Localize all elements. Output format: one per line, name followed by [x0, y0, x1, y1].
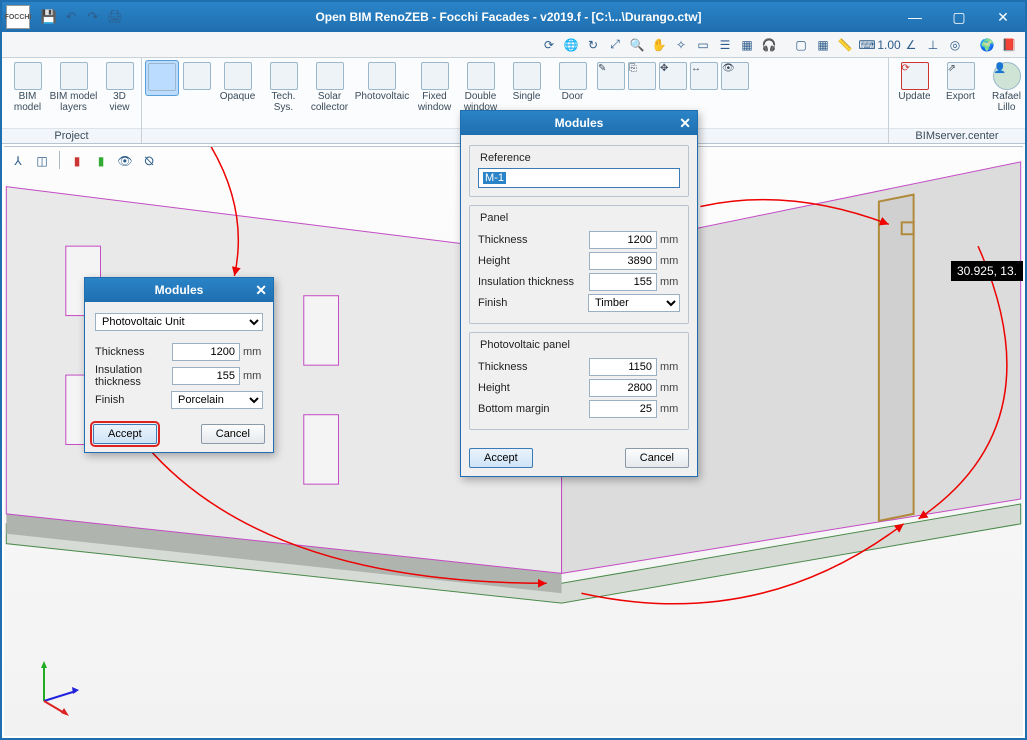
3d-view-button[interactable]: 3Dview	[97, 60, 142, 115]
module-button-alt[interactable]	[180, 60, 214, 94]
print-icon[interactable]: 🖨	[106, 8, 124, 26]
pv-thickness-input[interactable]	[589, 358, 657, 376]
measure-button[interactable]: ↔	[689, 60, 719, 94]
panel-finish-select[interactable]: Timber	[588, 294, 680, 312]
pan-icon[interactable]: ✋	[649, 35, 669, 55]
cancel-button[interactable]: Cancel	[201, 424, 265, 444]
close-icon[interactable]: ✕	[679, 115, 691, 132]
close-button[interactable]: ✕	[981, 2, 1025, 32]
layers-icon[interactable]: ☰	[715, 35, 735, 55]
edit-pencil-button[interactable]: ✎	[596, 60, 626, 94]
red-layer-icon[interactable]: ▮	[67, 151, 87, 171]
visibility-button[interactable]: 👁	[720, 60, 750, 94]
reference-input[interactable]: M-1	[478, 168, 680, 188]
insulation-input[interactable]	[172, 367, 240, 385]
grid-icon[interactable]: ▦	[813, 35, 833, 55]
cancel-button[interactable]: Cancel	[625, 448, 689, 468]
help-globe-icon[interactable]: 🌍	[977, 35, 997, 55]
axis-gizmo	[24, 656, 84, 716]
pv-legend: Photovoltaic panel	[476, 339, 574, 351]
eye-icon[interactable]: 👁	[115, 151, 135, 171]
accept-button[interactable]: Accept	[469, 448, 533, 468]
undo-icon[interactable]: ↶	[62, 8, 80, 26]
axes-icon[interactable]: ⅄	[8, 151, 28, 171]
export-button[interactable]: ⇗Export	[938, 60, 983, 105]
opaque-button[interactable]: Opaque	[215, 60, 260, 105]
headphones-icon[interactable]: 🎧	[759, 35, 779, 55]
close-icon[interactable]: ✕	[255, 282, 267, 299]
photovoltaic-button[interactable]: Photovoltaic	[353, 60, 411, 105]
hide-icon[interactable]: ⦰	[139, 151, 159, 171]
modules-dialog-small: Modules✕ Photovoltaic Unit Thicknessmm I…	[84, 277, 274, 453]
app-icon: FOCCHI	[6, 5, 30, 29]
double-window-button[interactable]: Doublewindow	[458, 60, 503, 115]
door-button[interactable]: Door	[550, 60, 595, 105]
green-layer-icon[interactable]: ▮	[91, 151, 111, 171]
reference-legend: Reference	[476, 152, 535, 164]
keyboard-icon[interactable]: ⌨	[857, 35, 877, 55]
single-button[interactable]: Single	[504, 60, 549, 105]
finish-select[interactable]: Porcelain	[171, 391, 263, 409]
wireframe-icon[interactable]: ◫	[32, 151, 52, 171]
bim-layers-button[interactable]: BIM modellayers	[51, 60, 96, 115]
accept-button[interactable]: Accept	[93, 424, 157, 444]
viewport-toolbar: ⅄ ◫ ▮ ▮ 👁 ⦰	[8, 151, 159, 171]
panel-height-input[interactable]	[589, 252, 657, 270]
window-icon[interactable]: ▭	[693, 35, 713, 55]
grid-tool-icon[interactable]: ▦	[737, 35, 757, 55]
rect-icon[interactable]: ▢	[791, 35, 811, 55]
bim-model-button[interactable]: BIMmodel	[5, 60, 50, 115]
snap-icon[interactable]: ◎	[945, 35, 965, 55]
update-button[interactable]: ⟳Update	[892, 60, 937, 105]
app-window: FOCCHI 💾 ↶ ↷ 🖨 Open BIM RenoZEB - Focchi…	[0, 0, 1027, 740]
fit-icon[interactable]: ✧	[671, 35, 691, 55]
fixed-window-button[interactable]: Fixedwindow	[412, 60, 457, 115]
perpendicular-icon[interactable]: ⊥	[923, 35, 943, 55]
window-title: Open BIM RenoZEB - Focchi Facades - v201…	[124, 10, 893, 24]
maximize-button[interactable]: ▢	[937, 2, 981, 32]
globe-icon[interactable]: 🌐	[561, 35, 581, 55]
pv-margin-input[interactable]	[589, 400, 657, 418]
panel-legend: Panel	[476, 212, 512, 224]
angle-icon[interactable]: ∠	[901, 35, 921, 55]
copy-button[interactable]: ⎘	[627, 60, 657, 94]
minimize-button[interactable]: —	[893, 2, 937, 32]
view-toolbar: ⟳ 🌐 ↻ ⤢ 🔍 ✋ ✧ ▭ ☰ ▦ 🎧 ▢ ▦ 📏 ⌨ 1.00 ∠ ⊥ ◎…	[2, 32, 1025, 58]
ribbon-group-bimserver: BIMserver.center	[889, 128, 1025, 143]
dialog-title: Modules✕	[85, 278, 273, 302]
coordinate-readout: 30.925, 13.	[951, 261, 1023, 281]
refresh-icon[interactable]: ↻	[583, 35, 603, 55]
save-icon[interactable]: 💾	[40, 8, 58, 26]
modules-dialog-large: Modules✕ Reference M-1 Panel Thicknessmm…	[460, 110, 698, 477]
tech-sys-button[interactable]: Tech.Sys.	[261, 60, 306, 115]
redo-icon[interactable]: ↷	[84, 8, 102, 26]
ruler-icon[interactable]: 📏	[835, 35, 855, 55]
ribbon-group-project: Project	[2, 128, 141, 143]
quick-access-toolbar: 💾 ↶ ↷ 🖨	[40, 8, 124, 26]
scale-icon[interactable]: 1.00	[879, 35, 899, 55]
thickness-input[interactable]	[172, 343, 240, 361]
zoom-icon[interactable]: 🔍	[627, 35, 647, 55]
help-book-icon[interactable]: 📕	[999, 35, 1019, 55]
module-button-selected[interactable]	[145, 60, 179, 96]
pv-height-input[interactable]	[589, 379, 657, 397]
dialog-title: Modules✕	[461, 111, 697, 135]
panel-thickness-input[interactable]	[589, 231, 657, 249]
user-button[interactable]: 👤RafaelLillo	[984, 60, 1027, 115]
orbit-icon[interactable]: ⟳	[539, 35, 559, 55]
titlebar: FOCCHI 💾 ↶ ↷ 🖨 Open BIM RenoZEB - Focchi…	[2, 2, 1025, 32]
solar-collector-button[interactable]: Solarcollector	[307, 60, 352, 115]
move-button[interactable]: ✥	[658, 60, 688, 94]
zoom-extents-icon[interactable]: ⤢	[605, 35, 625, 55]
module-type-select[interactable]: Photovoltaic Unit	[95, 313, 263, 331]
panel-insulation-input[interactable]	[589, 273, 657, 291]
